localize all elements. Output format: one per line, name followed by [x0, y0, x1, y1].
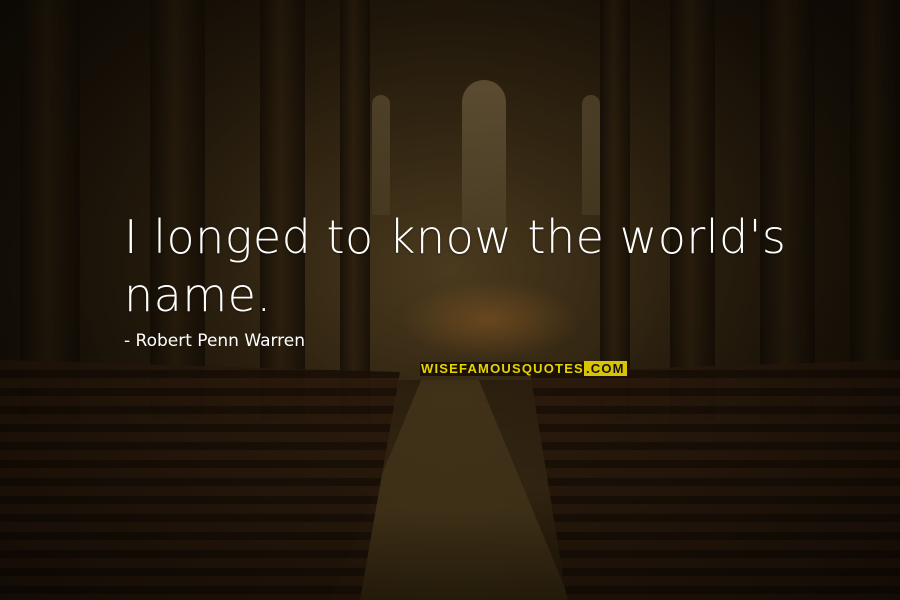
background-photo-cathedral: I longed to know the world's name. - Rob… — [0, 0, 900, 600]
watermark-domain: .COM — [583, 361, 627, 376]
quote-author: - Robert Penn Warren — [124, 331, 306, 351]
watermark-logo: WISEFAMOUSQUOTES .COM — [420, 361, 628, 376]
quote-text: I longed to know the world's name. — [124, 210, 787, 322]
watermark-text: WISEFAMOUSQUOTES — [421, 361, 584, 376]
